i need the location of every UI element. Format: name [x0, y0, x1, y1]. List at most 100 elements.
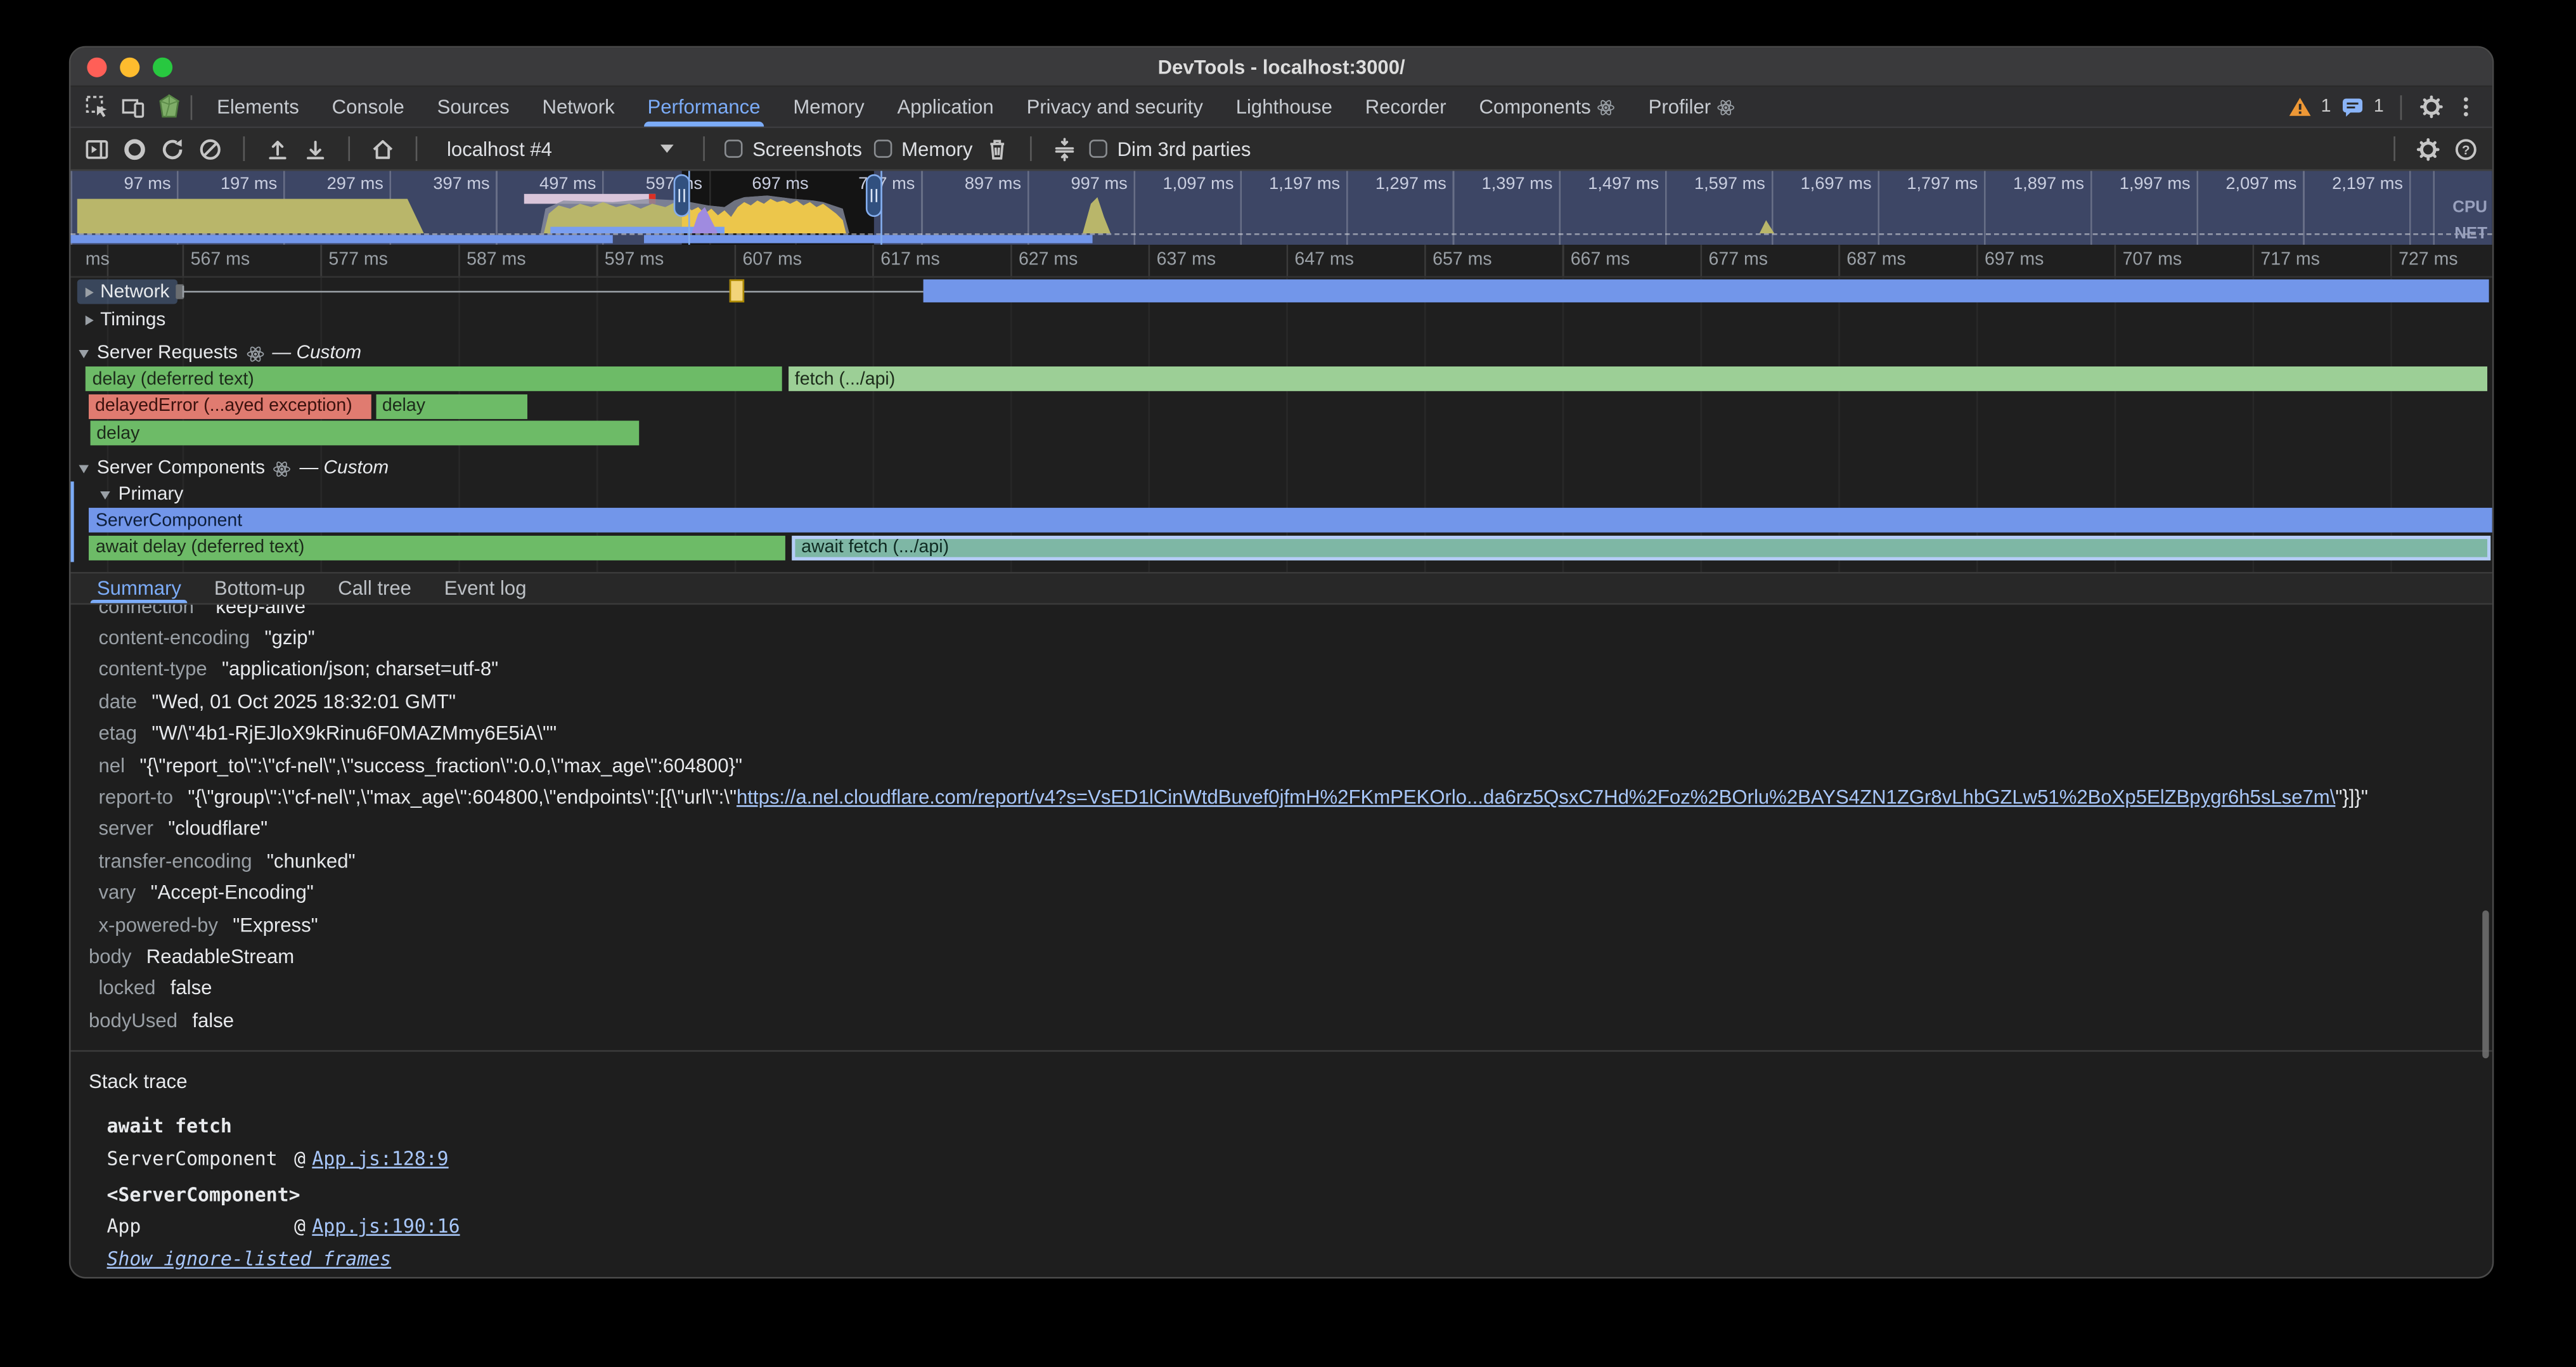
tab-lighthouse[interactable]: Lighthouse [1220, 87, 1349, 126]
header-key: etag [99, 722, 138, 744]
header-row-connection: connection"keep-alive" [70, 605, 2492, 622]
stack-frame: App@App.js:190:16 [70, 1210, 2492, 1243]
stack-frame-source-link[interactable]: App.js:190:16 [312, 1215, 460, 1238]
shrink-flame-icon[interactable] [1052, 136, 1078, 162]
tab-label: Network [543, 95, 615, 118]
event-bar-delay[interactable]: delay [375, 394, 527, 418]
issues-message-icon[interactable] [2339, 94, 2365, 120]
tab-label: Console [332, 95, 404, 118]
selection-handle-left[interactable] [674, 174, 690, 217]
server-requests-header[interactable]: Server Requests — Custom [70, 340, 2492, 366]
event-bar-fetch-api[interactable]: fetch (.../api) [788, 366, 2487, 391]
request-whisker [183, 291, 924, 293]
header-key: content-type [99, 658, 207, 681]
header-link[interactable]: https://a.nel.cloudflare.com/report/v4?s… [737, 786, 2335, 808]
tab-application[interactable]: Application [881, 87, 1010, 126]
flame-row: delay (deferred text) fetch (.../api) [70, 366, 2492, 394]
ruler-label: 667 ms [1571, 250, 1630, 269]
toggle-live-metrics-icon[interactable] [84, 136, 110, 162]
scrollbar-thumb[interactable] [2482, 910, 2489, 1058]
home-icon[interactable] [370, 136, 396, 162]
event-bar-delayederror-ayed-exception[interactable]: delayedError (...ayed exception) [89, 394, 371, 418]
tab-console[interactable]: Console [316, 87, 421, 126]
ruler-label: 707 ms [2123, 250, 2182, 269]
overview-network-bar [644, 235, 1093, 243]
event-bar-servercomponent[interactable]: ServerComponent [89, 508, 2492, 533]
tab-label: Privacy and security [1027, 95, 1203, 118]
close-window-button[interactable] [87, 58, 106, 77]
svg-text:?: ? [2462, 142, 2470, 157]
primary-subtrack-header[interactable]: Primary [74, 482, 2492, 508]
chevron-down-icon [660, 145, 674, 153]
zoom-window-button[interactable] [153, 58, 172, 77]
tab-privacy-and-security[interactable]: Privacy and security [1010, 87, 1220, 126]
window-title: DevTools - localhost:3000/ [1158, 55, 1405, 78]
server-components-header[interactable]: Server Components — Custom [70, 455, 2492, 481]
header-value: "gzip" [264, 626, 314, 649]
overview-time-label: 197 ms [183, 174, 277, 194]
tab-network[interactable]: Network [526, 87, 631, 126]
show-ignore-listed-frames-link[interactable]: Show ignore-listed frames [106, 1248, 391, 1271]
extension-gem-icon[interactable] [156, 94, 182, 120]
event-bar-delay[interactable]: delay [90, 421, 639, 446]
warning-count[interactable]: 1 [2321, 97, 2331, 117]
warning-icon[interactable] [2286, 94, 2312, 120]
kebab-menu-icon[interactable] [2453, 94, 2479, 120]
tab-profiler[interactable]: Profiler [1632, 87, 1752, 126]
timings-track[interactable]: Timings [70, 306, 2492, 334]
record-icon[interactable] [122, 136, 148, 162]
react-atom-icon [246, 344, 264, 363]
header-value: false [192, 1009, 234, 1032]
inspect-element-icon[interactable] [84, 94, 110, 120]
tab-elements[interactable]: Elements [200, 87, 316, 126]
divider [191, 94, 193, 119]
stack-frame-source-link[interactable]: App.js:128:9 [312, 1146, 448, 1169]
timeline-overview[interactable]: 97 ms197 ms297 ms397 ms497 ms597 ms697 m… [70, 171, 2492, 245]
details-tab-event-log[interactable]: Event log [428, 574, 543, 604]
network-track[interactable]: Network [70, 278, 2492, 306]
tab-memory[interactable]: Memory [776, 87, 880, 126]
tab-sources[interactable]: Sources [421, 87, 526, 126]
collect-garbage-icon[interactable] [984, 136, 1010, 162]
network-request-bar[interactable] [924, 280, 2489, 302]
event-bar-delay-deferred-text[interactable]: delay (deferred text) [86, 366, 781, 391]
reload-record-icon[interactable] [159, 136, 185, 162]
overview-network-bar [70, 235, 612, 243]
help-icon[interactable]: ? [2453, 136, 2479, 162]
details-tab-bottom-up[interactable]: Bottom-up [198, 574, 321, 604]
dim-3rd-parties-checkbox[interactable]: Dim 3rd parties [1090, 137, 1251, 160]
upload-profile-icon[interactable] [264, 136, 290, 162]
network-track-label[interactable]: Network [77, 280, 178, 304]
download-profile-icon[interactable] [302, 136, 328, 162]
minimize-window-button[interactable] [120, 58, 139, 77]
tab-recorder[interactable]: Recorder [1349, 87, 1463, 126]
timings-track-label[interactable]: Timings [77, 308, 174, 332]
devtools-window: DevTools - localhost:3000/ ElementsCo [69, 46, 2494, 1279]
event-bar-await-fetch-api[interactable]: await fetch (.../api) [792, 535, 2490, 560]
memory-checkbox[interactable]: Memory [873, 137, 972, 160]
screenshots-checkbox[interactable]: Screenshots [724, 137, 862, 160]
overview-time-label: 997 ms [1034, 174, 1128, 194]
overview-time-label: 297 ms [290, 174, 383, 194]
flame-chart-tracks: Network Timings Server Requests — Cust [70, 278, 2492, 572]
clear-icon[interactable] [197, 136, 223, 162]
triangle-down-icon [79, 464, 89, 472]
capture-settings-gear-icon[interactable] [2415, 136, 2441, 162]
tab-performance[interactable]: Performance [631, 87, 777, 126]
cpu-activity-chart [70, 194, 2492, 233]
history-select[interactable]: localhost #4 [437, 133, 683, 165]
settings-gear-icon[interactable] [2418, 94, 2444, 120]
tab-components[interactable]: Components [1463, 87, 1632, 126]
stack-frame: <ServerComponent> [70, 1178, 2492, 1210]
header-key: date [99, 690, 138, 713]
header-value: "W/\"4b1-RjEJloX9kRinu6F0MAZMmy6E5iA\"" [151, 722, 557, 744]
request-marker[interactable] [729, 280, 744, 302]
overview-time-label: 1,297 ms [1353, 174, 1446, 194]
selection-handle-right[interactable] [866, 174, 882, 217]
issues-count[interactable]: 1 [2374, 97, 2384, 117]
device-toolbar-icon[interactable] [120, 94, 146, 120]
details-tab-summary[interactable]: Summary [80, 574, 198, 604]
event-bar-await-delay-deferred-text[interactable]: await delay (deferred text) [89, 535, 784, 560]
tab-label: Memory [793, 95, 864, 118]
details-tab-call-tree[interactable]: Call tree [321, 574, 428, 604]
